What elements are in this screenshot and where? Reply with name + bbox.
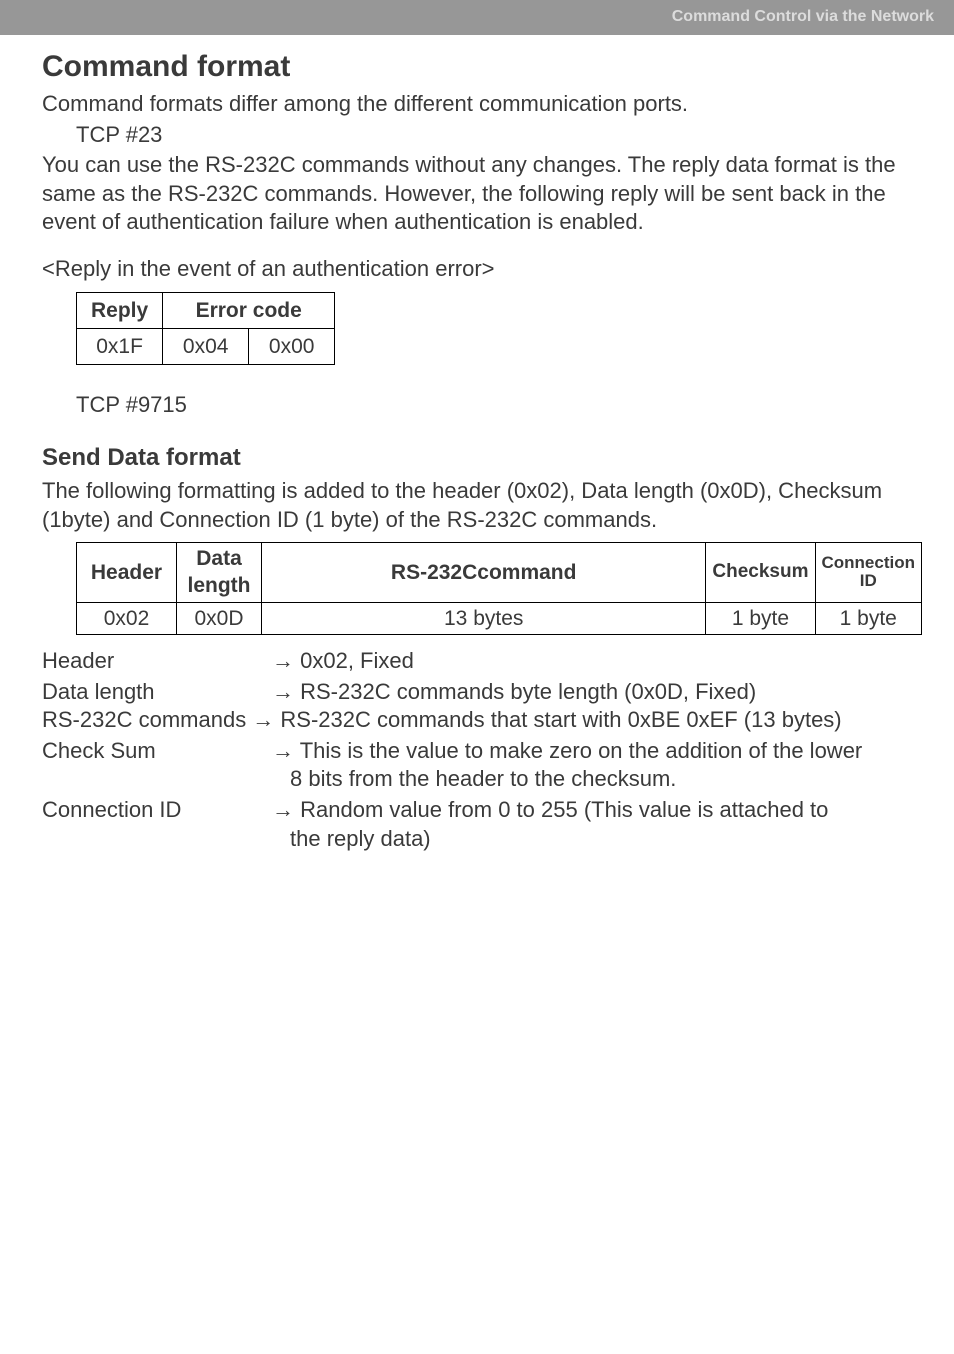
def-value-check-sum-1: → This is the value to make zero on the … [272,737,912,766]
td-err1: 0x04 [163,328,249,364]
topbar-title: Command Control via the Network [672,7,934,28]
heading-send-data-format: Send Data format [42,442,912,473]
th-connection-id: Connection ID [815,543,922,603]
def-value-check-sum-2: 8 bits from the header to the checksum. [290,765,912,794]
definitions: Header → 0x02, Fixed Data length → RS-23… [42,647,912,853]
send-data-table: Header Data length RS-232Ccommand Checks… [76,542,922,635]
def-label-header: Header [42,647,272,676]
def-value-data-length: → RS-232C commands byte length (0x0D, Fi… [272,678,912,707]
heading-command-format: Command format [42,47,912,86]
def-label-data-length: Data length [42,678,272,707]
content: Command format Command formats differ am… [0,35,954,853]
td-err2: 0x00 [249,328,335,364]
td-reply: 0x1F [77,328,163,364]
td-header: 0x02 [77,602,177,634]
def-value-header: → 0x02, Fixed [272,647,912,676]
def-value-connection-id-2: the reply data) [290,825,912,854]
th-data-length: Data length [177,543,262,603]
th-header: Header [77,543,177,603]
tcp9715-line: TCP #9715 [42,391,912,420]
tcp23-desc: You can use the RS-232C commands without… [42,151,912,237]
reply-table: Reply Error code 0x1F 0x04 0x00 [76,292,335,366]
td-data-length: 0x0D [177,602,262,634]
tcp23-line: TCP #23 [42,121,912,150]
def-value-connection-id-1: → Random value from 0 to 255 (This value… [272,796,912,825]
reply-caption: <Reply in the event of an authentication… [42,255,912,284]
intro-para: Command formats differ among the differe… [42,90,912,119]
send-data-desc: The following formatting is added to the… [42,477,912,534]
td-connection-id: 1 byte [815,602,922,634]
def-label-check-sum: Check Sum [42,737,272,766]
td-rs232c-command: 13 bytes [262,602,706,634]
th-checksum: Checksum [706,543,815,603]
td-checksum: 1 byte [706,602,815,634]
def-rs232c-commands: RS-232C commands → RS-232C commands that… [42,706,912,735]
topbar: Command Control via the Network [0,0,954,35]
def-label-connection-id: Connection ID [42,796,272,825]
th-rs232c-command: RS-232Ccommand [262,543,706,603]
th-reply: Reply [77,292,163,328]
th-error-code: Error code [163,292,335,328]
